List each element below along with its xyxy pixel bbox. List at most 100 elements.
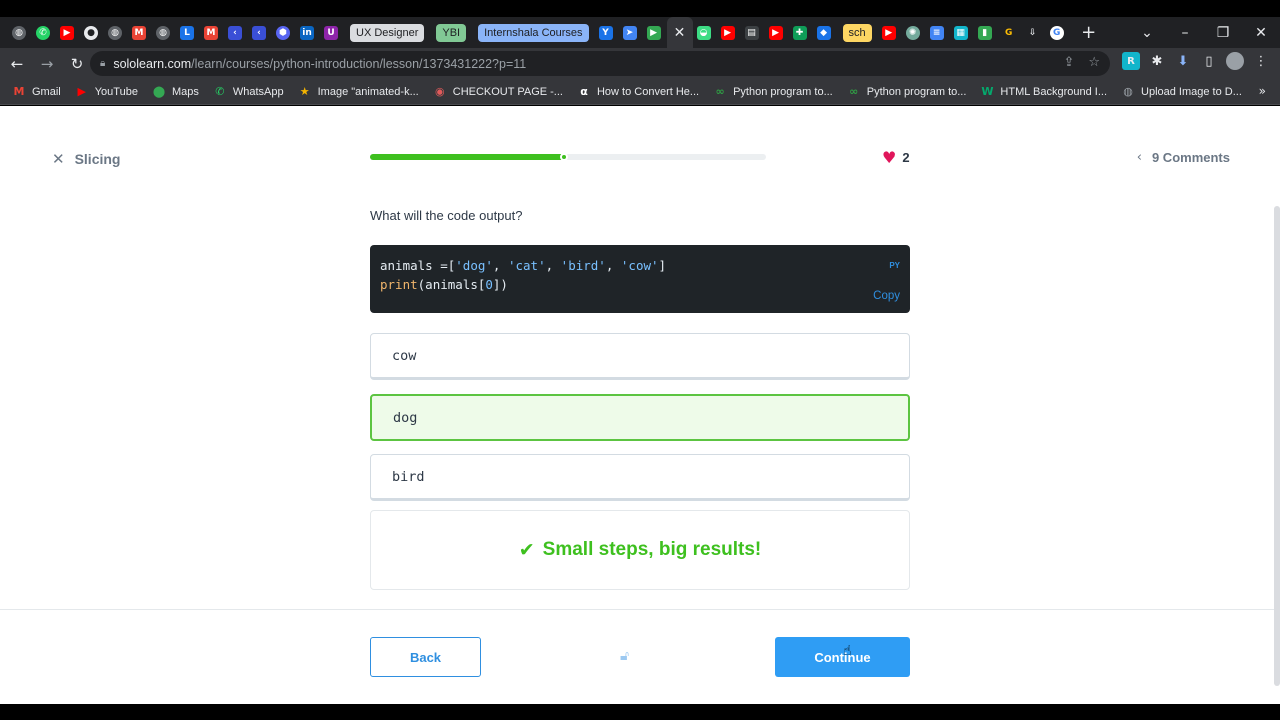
- feedback-text: Small steps, big results!: [542, 539, 762, 560]
- tab-y[interactable]: Y: [595, 22, 617, 44]
- tab-group-ybi[interactable]: YBI: [436, 23, 467, 42]
- tab-download[interactable]: ⇩: [1022, 22, 1044, 44]
- code-number: 0: [485, 277, 493, 292]
- back-nav-icon[interactable]: ←: [4, 51, 30, 77]
- youtube-icon: ▶: [77, 85, 86, 98]
- document-icon: ▤: [744, 25, 759, 40]
- g-icon: G: [1001, 25, 1016, 40]
- bookmark-item[interactable]: α How to Convert He...: [577, 85, 699, 99]
- tab-android[interactable]: ◒: [693, 22, 715, 44]
- active-tab-close[interactable]: ✕: [666, 17, 693, 48]
- share-icon[interactable]: ⇪: [1063, 55, 1074, 70]
- lesson-title: Slicing: [74, 151, 121, 167]
- bookmark-item[interactable]: ✆ WhatsApp: [213, 85, 283, 99]
- tab-google[interactable]: G: [1046, 22, 1068, 44]
- menu-icon[interactable]: ⋮: [1252, 52, 1270, 70]
- tab-globe[interactable]: ◍: [8, 22, 30, 44]
- bookmark-label: How to Convert He...: [596, 85, 700, 98]
- tab-globe-2[interactable]: ◍: [104, 22, 126, 44]
- plus-sheet-icon: ✚: [792, 25, 807, 40]
- bookmark-item[interactable]: ∞ Python program to...: [847, 85, 966, 99]
- tab-globe-3[interactable]: ◍: [152, 22, 174, 44]
- youtube-icon: ▶: [768, 25, 783, 40]
- hearts-counter: ♥ 2: [882, 148, 910, 167]
- bookmark-item[interactable]: W HTML Background I...: [980, 85, 1107, 99]
- browser-toolbar: ← → ↻ 🔒︎ sololearn.com/learn/courses/pyt…: [0, 48, 1280, 79]
- lock-icon[interactable]: 🔒︎: [100, 58, 105, 69]
- tab-group-ux-designer[interactable]: UX Designer: [350, 23, 425, 42]
- page-scrollbar[interactable]: [1274, 206, 1280, 686]
- chevron-left-icon: ‹: [1136, 150, 1142, 165]
- openai-icon: ✺: [905, 25, 920, 40]
- answer-option-cow[interactable]: cow: [370, 333, 910, 380]
- tab-grid[interactable]: ▦: [950, 22, 972, 44]
- tab-send[interactable]: ➤: [619, 22, 641, 44]
- tab-openai[interactable]: ✺: [902, 22, 924, 44]
- bookmark-star-icon[interactable]: ☆: [1088, 55, 1100, 70]
- puzzle-icon[interactable]: ✱: [1148, 52, 1166, 70]
- bookmarks-overflow-icon[interactable]: »: [1259, 84, 1266, 98]
- tab-gmail-2[interactable]: M: [200, 22, 222, 44]
- tab-u[interactable]: U: [320, 22, 342, 44]
- url-path: /learn/courses/python-introduction/lesso…: [191, 56, 527, 71]
- tab-chevron-2[interactable]: ‹: [248, 22, 270, 44]
- grid-icon: ▦: [953, 25, 968, 40]
- avatar[interactable]: [1226, 52, 1244, 70]
- tab-ls[interactable]: L: [176, 22, 198, 44]
- bookmark-item[interactable]: ▶ YouTube: [75, 85, 138, 99]
- back-button[interactable]: Back: [370, 637, 481, 677]
- minimize-icon[interactable]: –: [1166, 25, 1204, 41]
- new-tab-button[interactable]: +: [1078, 22, 1100, 44]
- tab-gmail[interactable]: M: [128, 22, 150, 44]
- tab-group-internshala[interactable]: Internshala Courses: [478, 23, 589, 42]
- answer-option-dog[interactable]: dog: [370, 394, 910, 441]
- bookmark-item[interactable]: ◉ CHECKOUT PAGE -...: [433, 85, 563, 99]
- tab-chevron[interactable]: ‹: [224, 22, 246, 44]
- tab-youtube-4[interactable]: ▶: [878, 22, 900, 44]
- tab-linkedin[interactable]: in: [296, 22, 318, 44]
- r-extension-icon[interactable]: R: [1122, 52, 1140, 70]
- reload-icon[interactable]: ↻: [64, 51, 90, 77]
- bookmark-item[interactable]: ◍ Upload Image to D...: [1121, 85, 1242, 99]
- youtube-icon: ▶: [881, 25, 896, 40]
- answer-option-bird[interactable]: bird: [370, 454, 910, 501]
- bookmark-item[interactable]: ⬤ Maps: [152, 85, 199, 99]
- tab-hex[interactable]: ⬢: [272, 22, 294, 44]
- address-bar[interactable]: 🔒︎ sololearn.com/learn/courses/python-in…: [90, 51, 1110, 76]
- tab-doc[interactable]: ▤: [741, 22, 763, 44]
- tab-whatsapp[interactable]: ✆: [32, 22, 54, 44]
- tab-sheets[interactable]: ✚: [789, 22, 811, 44]
- tab-group-sch[interactable]: sch: [842, 23, 872, 42]
- url-text: sololearn.com/learn/courses/python-intro…: [113, 57, 526, 71]
- copy-button[interactable]: Copy: [873, 287, 900, 306]
- comments-link[interactable]: ‹ 9 Comments: [1137, 150, 1230, 165]
- globe-icon: ◍: [1123, 85, 1133, 98]
- bookmark-item[interactable]: M Gmail: [12, 85, 61, 99]
- bookmark-item[interactable]: ★ Image "animated-k...: [298, 85, 419, 99]
- tab-file[interactable]: ▮: [974, 22, 996, 44]
- tab-search-icon[interactable]: ⌄: [1128, 25, 1166, 41]
- send-icon: ➤: [622, 25, 637, 40]
- maximize-icon[interactable]: ❐: [1204, 25, 1242, 41]
- question-prompt: What will the code output?: [370, 208, 523, 223]
- tab-play[interactable]: ▶: [643, 22, 665, 44]
- side-panel-icon[interactable]: ▯: [1200, 52, 1218, 70]
- tab-docs[interactable]: ≡: [926, 22, 948, 44]
- tab-g[interactable]: G: [998, 22, 1020, 44]
- forward-nav-icon[interactable]: →: [34, 51, 60, 77]
- close-icon[interactable]: ✕: [674, 24, 686, 41]
- tab-youtube-2[interactable]: ▶: [717, 22, 739, 44]
- tab-youtube-3[interactable]: ▶: [765, 22, 787, 44]
- close-window-icon[interactable]: ✕: [1242, 25, 1280, 41]
- lesson-header: ✕ Slicing: [52, 150, 120, 168]
- tab-youtube[interactable]: ▶: [56, 22, 78, 44]
- code-string: 'cow': [620, 258, 659, 273]
- file-icon: ▮: [977, 25, 992, 40]
- tab-shield[interactable]: ◆: [813, 22, 835, 44]
- bookmark-label: Gmail: [32, 85, 61, 98]
- tab-github[interactable]: ●: [80, 22, 102, 44]
- bookmark-label: YouTube: [94, 85, 138, 98]
- bookmark-item[interactable]: ∞ Python program to...: [713, 85, 832, 99]
- close-lesson-icon[interactable]: ✕: [52, 150, 65, 168]
- download-icon[interactable]: ⬇: [1174, 52, 1192, 70]
